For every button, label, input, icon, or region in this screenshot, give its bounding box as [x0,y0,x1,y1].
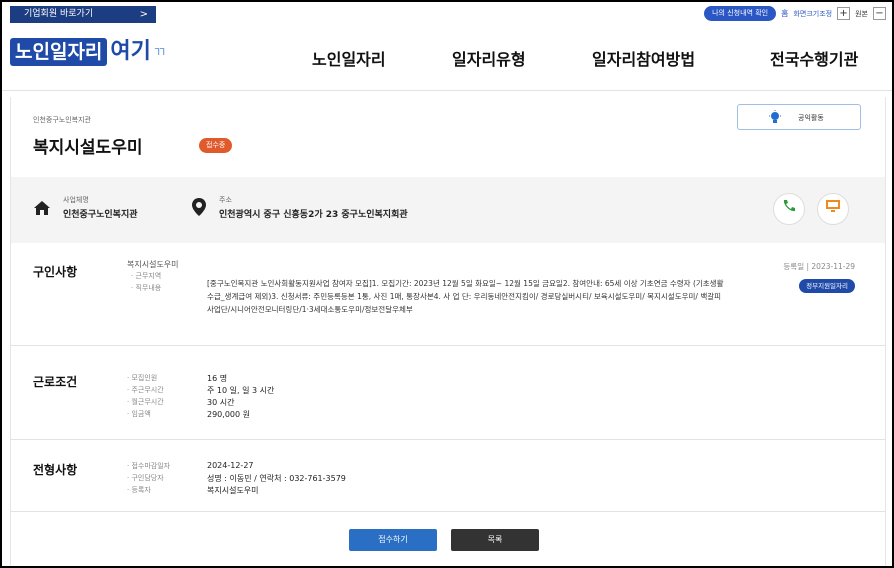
monitor-icon [825,200,841,218]
page-frame: 기업회원 바로가기 > 나의 신청내역 확인 홈 화면크기조정 + 원본 − 노… [2,2,892,566]
zoom-out-button[interactable]: − [873,7,886,20]
org-subtitle: 인천중구노인복지관 [33,116,91,124]
logo-text-mark: ㄲ [152,45,166,61]
conditions-heading: 근로조건 [33,375,78,389]
recruit-heading: 구인사항 [33,265,78,279]
screening-label: · 구인담당자 [127,474,164,482]
screening-section: 전형사항 · 접수마감일자 2024-12-27 · 구인담당자 성명 : 이동… [11,439,885,512]
screening-heading: 전형사항 [33,463,78,477]
screening-value: 복지시설도우미 [207,486,259,495]
zoom-reset-button[interactable]: 원본 [855,9,868,19]
condition-label: · 임금액 [127,410,151,418]
conditions-section: 근로조건 · 모집인원 16 명 · 주근무시간 주 10 일, 일 3 시간 … [11,345,885,440]
recruit-job-name: 복지시설도우미 [127,260,179,269]
address-label: 주소 [219,196,232,204]
corporate-shortcut-label: 기업회원 바로가기 [24,9,94,19]
location-pin-icon [191,197,207,222]
region-label: · 근무지역 [131,272,162,280]
category-label: 공익활동 [798,114,824,122]
job-detail-card: 인천중구노인복지관 복지시설도우미 접수중 공익활동 사업체명 인천중구노인복지… [10,97,886,566]
nav-agencies[interactable]: 전국수행기관 [770,46,858,70]
category-button[interactable]: 공익활동 [737,104,861,130]
utility-bar: 기업회원 바로가기 > 나의 신청내역 확인 홈 화면크기조정 + 원본 − [2,2,892,26]
status-badge: 접수중 [199,138,233,153]
phone-icon [781,200,797,218]
homepage-button[interactable] [817,193,849,225]
zoom-in-button[interactable]: + [837,7,851,20]
lightbulb-icon [768,110,782,127]
condition-value: 30 시간 [207,398,235,407]
site-header: 노인일자리 여기 ㄲ 노인일자리 일자리유형 일자리참여방법 전국수행기관 [2,28,892,91]
org-info-band: 사업체명 인천중구노인복지관 주소 인천광역시 중구 신흥동2가 23 중구노인… [11,177,885,243]
page-title: 복지시설도우미 [33,138,143,158]
registered-value: 2023-11-29 [811,262,855,271]
gov-support-badge: 정부지원일자리 [799,279,855,293]
condition-value: 16 명 [207,374,228,383]
condition-value: 주 10 일, 일 3 시간 [207,386,275,395]
nav-job-types[interactable]: 일자리유형 [452,46,526,70]
my-applications-button[interactable]: 나의 신청내역 확인 [704,6,777,21]
screening-label: · 접수마감일자 [127,462,171,470]
nav-senior-jobs[interactable]: 노인일자리 [312,46,386,70]
logo-text-main: 노인일자리 [10,38,108,66]
registered-date: 등록일 | 2023-11-29 [783,262,855,271]
condition-label: · 모집인원 [127,374,158,382]
condition-label: · 월근무시간 [127,398,164,406]
apply-button[interactable]: 접수하기 [349,529,437,551]
list-button[interactable]: 목록 [451,529,539,551]
home-link[interactable]: 홈 [781,8,788,19]
registered-label: 등록일 [783,262,805,271]
address-value: 인천광역시 중구 신흥동2가 23 중구노인복지회관 [219,210,408,220]
chevron-right-icon: > [139,9,148,20]
home-icon [33,199,51,222]
condition-label: · 주근무시간 [127,386,164,394]
utility-right: 나의 신청내역 확인 홈 화면크기조정 + 원본 − [704,6,886,21]
org-name-value: 인천중구노인복지관 [63,210,138,220]
corporate-shortcut-button[interactable]: 기업회원 바로가기 > [10,6,156,23]
font-size-label: 화면크기조정 [793,9,833,18]
phone-button[interactable] [773,193,805,225]
screening-label: · 등록자 [127,486,151,494]
nav-how-to-join[interactable]: 일자리참여방법 [592,46,695,70]
recruit-section: 구인사항 복지시설도우미 · 근무지역 · 직무내용 [중구노인복지관 노인사회… [11,243,885,346]
site-logo[interactable]: 노인일자리 여기 ㄲ [10,38,166,66]
duty-description: [중구노인복지관 노인사회활동지원사업 참여자 모집]1. 모집기간: 2023… [207,279,724,314]
screening-value: 성명 : 이동민 / 연락처 : 032-761-3579 [207,474,346,483]
screening-value: 2024-12-27 [207,461,254,470]
condition-value: 290,000 원 [207,410,250,419]
duty-label: · 직무내용 [131,284,162,292]
org-name-label: 사업체명 [63,196,89,204]
logo-text-accent: 여기 [110,39,151,64]
